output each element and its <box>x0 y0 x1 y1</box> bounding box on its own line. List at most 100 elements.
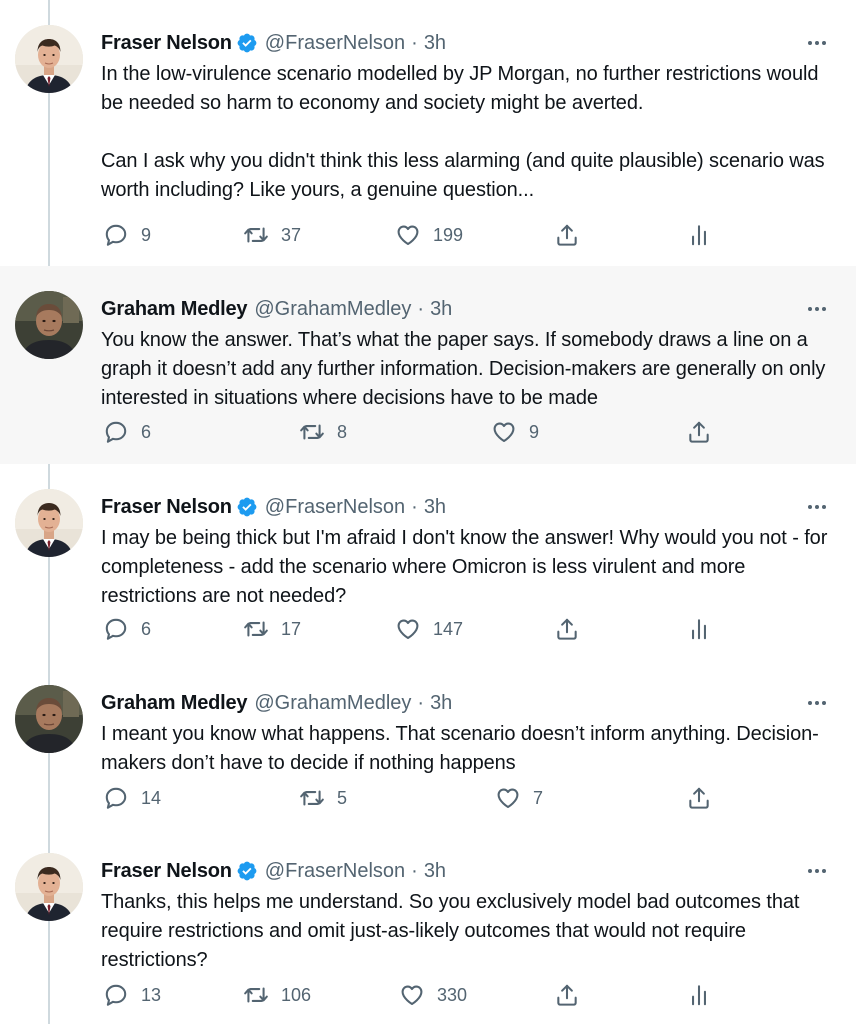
share-icon <box>686 419 712 445</box>
retweet-count: 8 <box>337 421 348 442</box>
analytics-button[interactable] <box>686 615 712 643</box>
heart-icon <box>495 785 521 811</box>
analytics-button[interactable] <box>686 221 712 249</box>
separator-dot: · <box>417 297 425 320</box>
tweet-paragraph: Can I ask why you didn't think this less… <box>101 150 825 201</box>
analytics-icon <box>686 982 712 1008</box>
like-button[interactable]: 199 <box>395 221 463 249</box>
tweet[interactable]: Fraser Nelson @FraserNelson · 3h In the … <box>0 0 856 266</box>
separator-dot: · <box>411 31 418 54</box>
tweet-text: In the low-virulence scenario modelled b… <box>101 60 836 205</box>
more-icon[interactable] <box>804 498 830 516</box>
like-button[interactable]: 147 <box>395 615 463 643</box>
tweet-actions: 13 106 330 <box>101 981 721 1009</box>
avatar[interactable] <box>15 489 83 557</box>
analytics-icon <box>686 222 712 248</box>
tweet-text: You know the answer. That’s what the pap… <box>101 326 836 413</box>
reply-count: 13 <box>141 984 162 1005</box>
verified-badge-icon <box>236 860 258 882</box>
retweet-button[interactable]: 37 <box>243 221 301 249</box>
share-button[interactable] <box>554 221 580 249</box>
reply-button[interactable]: 14 <box>103 784 161 812</box>
more-icon[interactable] <box>804 862 830 880</box>
like-count: 330 <box>437 984 468 1005</box>
separator-dot: · <box>411 859 418 882</box>
retweet-button[interactable]: 106 <box>243 981 311 1009</box>
like-button[interactable]: 9 <box>491 418 539 446</box>
retweet-button[interactable]: 8 <box>299 418 347 446</box>
like-count: 7 <box>533 787 544 808</box>
timestamp[interactable]: 3h <box>424 860 446 883</box>
avatar[interactable] <box>15 853 83 921</box>
tweet-header: Graham Medley @GrahamMedley · 3h <box>101 690 452 716</box>
share-icon <box>554 982 580 1008</box>
tweet[interactable]: Fraser Nelson @FraserNelson · 3h I may b… <box>0 464 856 660</box>
share-button[interactable] <box>686 418 712 446</box>
tweet-text: Thanks, this helps me understand. So you… <box>101 888 836 975</box>
user-handle[interactable]: @GrahamMedley <box>254 298 411 321</box>
tweet[interactable]: Graham Medley @GrahamMedley · 3h I meant… <box>0 660 856 828</box>
tweet-actions: 6 8 9 <box>101 418 721 446</box>
avatar[interactable] <box>15 685 83 753</box>
like-count: 199 <box>433 224 464 245</box>
reply-button[interactable]: 13 <box>103 981 161 1009</box>
display-name[interactable]: Graham Medley <box>101 298 248 321</box>
reply-icon <box>103 785 129 811</box>
share-button[interactable] <box>554 615 580 643</box>
share-icon <box>686 785 712 811</box>
share-button[interactable] <box>554 981 580 1009</box>
retweet-count: 106 <box>281 984 312 1005</box>
share-icon <box>554 222 580 248</box>
timestamp[interactable]: 3h <box>424 32 446 55</box>
display-name[interactable]: Fraser Nelson <box>101 860 232 883</box>
reply-button[interactable]: 9 <box>103 221 151 249</box>
tweet-actions: 9 37 199 <box>101 221 721 249</box>
reply-icon <box>103 419 129 445</box>
retweet-count: 5 <box>337 787 348 808</box>
tweet-paragraph: I may be being thick but I'm afraid I do… <box>101 527 828 607</box>
user-handle[interactable]: @FraserNelson <box>265 860 405 883</box>
tweet-text: I meant you know what happens. That scen… <box>101 720 836 778</box>
retweet-button[interactable]: 5 <box>299 784 347 812</box>
tweet[interactable]: Graham Medley @GrahamMedley · 3h You kno… <box>0 266 856 464</box>
retweet-button[interactable]: 17 <box>243 615 301 643</box>
display-name[interactable]: Fraser Nelson <box>101 32 232 55</box>
tweet-paragraph: Thanks, this helps me understand. So you… <box>101 891 800 971</box>
display-name[interactable]: Graham Medley <box>101 692 248 715</box>
tweet-paragraph: You know the answer. That’s what the pap… <box>101 329 826 409</box>
tweet[interactable]: Fraser Nelson @FraserNelson · 3h Thanks,… <box>0 828 856 1024</box>
user-handle[interactable]: @GrahamMedley <box>254 692 411 715</box>
timestamp[interactable]: 3h <box>430 692 452 715</box>
avatar[interactable] <box>15 25 83 93</box>
retweet-count: 17 <box>281 618 302 639</box>
tweet-header: Graham Medley @GrahamMedley · 3h <box>101 296 452 322</box>
timestamp[interactable]: 3h <box>430 298 452 321</box>
retweet-icon <box>243 616 269 642</box>
heart-icon <box>399 982 425 1008</box>
more-icon[interactable] <box>804 694 830 712</box>
reply-button[interactable]: 6 <box>103 615 151 643</box>
tweet-actions: 14 5 7 <box>101 784 721 812</box>
timestamp[interactable]: 3h <box>424 496 446 519</box>
analytics-button[interactable] <box>686 981 712 1009</box>
display-name[interactable]: Fraser Nelson <box>101 496 232 519</box>
share-button[interactable] <box>686 784 712 812</box>
reply-icon <box>103 222 129 248</box>
analytics-icon <box>686 616 712 642</box>
retweet-icon <box>299 785 325 811</box>
reply-button[interactable]: 6 <box>103 418 151 446</box>
like-count: 147 <box>433 618 464 639</box>
reply-icon <box>103 616 129 642</box>
user-handle[interactable]: @FraserNelson <box>265 496 405 519</box>
reply-count: 6 <box>141 421 152 442</box>
user-handle[interactable]: @FraserNelson <box>265 32 405 55</box>
more-icon[interactable] <box>804 34 830 52</box>
like-button[interactable]: 330 <box>399 981 467 1009</box>
avatar[interactable] <box>15 291 83 359</box>
separator-dot: · <box>417 691 425 714</box>
heart-icon <box>491 419 517 445</box>
reply-icon <box>103 982 129 1008</box>
tweet-header: Fraser Nelson @FraserNelson · 3h <box>101 858 446 884</box>
more-icon[interactable] <box>804 300 830 318</box>
like-button[interactable]: 7 <box>495 784 543 812</box>
